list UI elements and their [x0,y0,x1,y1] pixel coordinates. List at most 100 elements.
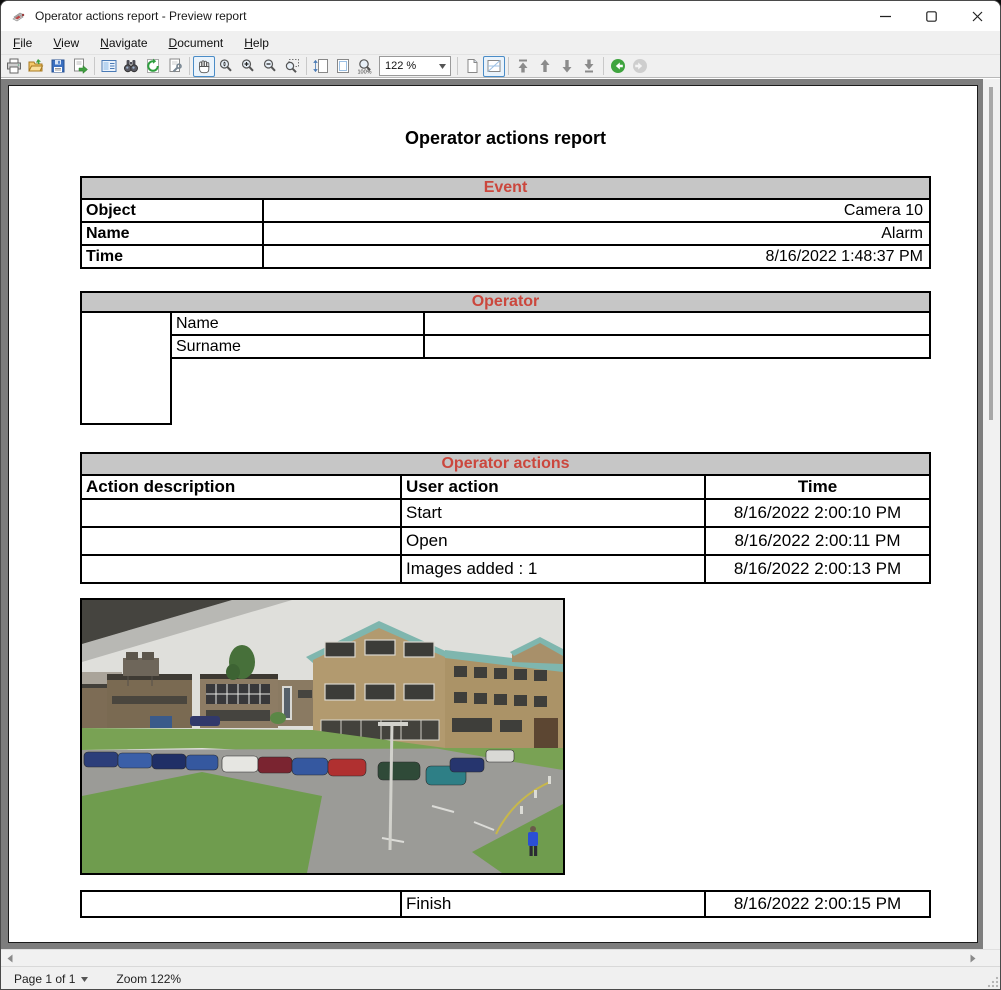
zoom-in-button[interactable] [237,56,259,77]
maximize-button[interactable] [908,1,954,31]
vertical-scrollbar[interactable] [983,79,1000,949]
chevron-down-icon [439,63,446,69]
export-button[interactable] [69,56,91,77]
app-icon [12,12,25,22]
scroll-right-icon[interactable] [967,953,978,964]
menu-help-rest: elp [252,35,269,50]
action-row-description [82,556,400,582]
zoom-level-combobox[interactable]: 122 % [379,56,451,76]
previous-page-icon [540,59,550,72]
last-page-button[interactable] [578,56,600,77]
page-indicator[interactable]: Page 1 of 1 [14,972,89,986]
svg-text:100%: 100% [357,70,371,75]
next-page-button[interactable] [556,56,578,77]
col-time: Time [706,476,929,498]
scroll-left-icon[interactable] [5,953,16,964]
action-row-description [82,500,400,526]
page-indicator-dropdown-icon[interactable] [81,976,89,982]
menu-navigate-rest: avigate [108,35,148,50]
menu-file[interactable]: File [4,33,41,53]
report-title: Operator actions report [404,128,607,148]
open-icon [28,59,44,72]
single-page-icon [467,59,478,73]
previous-page-button[interactable] [534,56,556,77]
operator-header-bar: Operator [80,291,931,313]
page-setup-button[interactable] [164,56,186,77]
hand-tool-button[interactable] [193,55,215,77]
menu-help[interactable]: Help [235,33,278,53]
back-button[interactable] [607,56,629,77]
dynamic-zoom-icon [219,59,232,72]
action-row-action: Open [402,528,704,554]
menu-document[interactable]: Document [160,33,233,53]
save-icon [51,59,65,73]
document-options-icon [101,60,117,72]
fit-page-button[interactable] [332,56,354,77]
dynamic-zoom-button[interactable] [215,56,237,77]
toolbar-separator [457,57,458,75]
window-controls [862,1,1000,31]
operator-name-value [425,313,929,334]
open-button[interactable] [25,56,47,77]
zoom-100-button[interactable]: 100% [354,56,376,77]
hand-icon [199,60,210,74]
forward-button[interactable] [629,56,651,77]
find-button[interactable] [120,56,142,77]
event-name-value: Alarm [264,223,929,244]
operator-photo-placeholder [80,311,172,425]
title-bar: Operator actions report - Preview report [1,1,1000,31]
document-options-button[interactable] [98,56,120,77]
action-row-time: 8/16/2022 2:00:13 PM [706,556,929,582]
finish-description [82,892,400,916]
zoom-out-button[interactable] [259,56,281,77]
camera-snapshot-graphic [82,600,565,873]
menu-navigate-accel: N [100,35,109,50]
toolbar-separator [508,57,509,75]
event-table: Event Object Camera 10 Name Alarm Time 8… [80,176,931,269]
vertical-scrollbar-thumb[interactable] [989,87,993,420]
report-page: Operator actions report Event Object Cam… [8,85,978,943]
operator-fields-table: Name Surname [170,311,931,359]
first-page-button[interactable] [512,56,534,77]
operator-surname-label: Surname [172,336,423,357]
back-icon [611,59,625,73]
save-button[interactable] [47,56,69,77]
close-icon [972,11,982,21]
col-user-action: User action [402,476,704,498]
refresh-icon [147,58,159,73]
operator-actions-header: Operator actions [82,454,929,474]
menu-help-accel: H [244,35,253,50]
status-bar: Page 1 of 1 Zoom 122% [1,966,1000,989]
resize-grip[interactable] [986,975,1000,989]
menu-navigate[interactable]: Navigate [91,33,156,53]
window-title: Operator actions report - Preview report [35,9,247,23]
menu-view-rest: iew [61,35,80,50]
event-header: Event [82,178,929,198]
toolbar: 100% 122 % [1,54,1000,78]
toolbar-separator [94,57,95,75]
menu-view[interactable]: View [44,33,88,53]
zoom-region-icon [285,59,299,73]
preview-report-window: Operator actions report - Preview report… [0,0,1001,990]
horizontal-scrollbar[interactable] [1,949,1000,966]
menu-document-rest: ocument [177,35,224,50]
zoom-combo-dropdown[interactable] [435,57,450,75]
action-row-description [82,528,400,554]
minimize-button[interactable] [862,1,908,31]
print-button[interactable] [3,56,25,77]
fit-width-button[interactable] [310,56,332,77]
next-page-icon [562,60,572,73]
page-indicator-label: Page 1 of 1 [14,972,76,986]
fit-page-icon [337,59,349,73]
single-page-view-button[interactable] [461,56,483,77]
finish-time: 8/16/2022 2:00:15 PM [706,892,929,916]
action-row-time: 8/16/2022 2:00:11 PM [706,528,929,554]
operator-header: Operator [82,293,929,311]
zoom-region-button[interactable] [281,56,303,77]
col-action-description: Action description [82,476,400,498]
refresh-button[interactable] [142,56,164,77]
close-button[interactable] [954,1,1000,31]
whole-page-view-button[interactable] [483,55,505,77]
page-setup-icon [169,58,182,73]
action-row-action: Start [402,500,704,526]
